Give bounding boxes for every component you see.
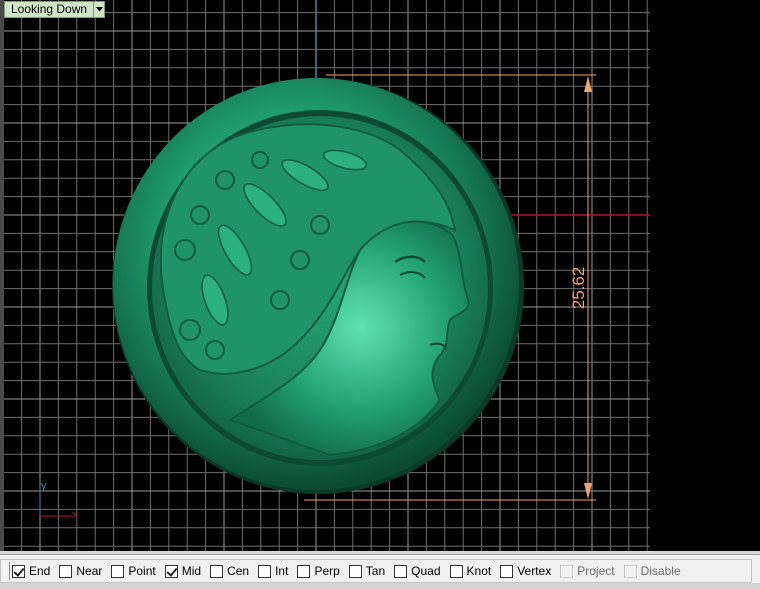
snap-vertex[interactable]: Vertex bbox=[500, 564, 551, 578]
osnap-toolbar: End Near Point Mid Cen Int Perp Tan Quad Knot Vert… bbox=[0, 559, 752, 583]
viewport-title-tab[interactable]: Looking Down bbox=[4, 1, 106, 18]
snap-knot[interactable]: Knot bbox=[449, 564, 492, 578]
snap-near[interactable]: Near bbox=[59, 564, 102, 578]
snap-mid-checkbox[interactable] bbox=[164, 564, 178, 578]
snap-point[interactable]: Point bbox=[111, 564, 156, 578]
axis-indicator: y x bbox=[39, 480, 78, 520]
snap-label: Disable bbox=[640, 564, 681, 578]
snap-perp-checkbox[interactable] bbox=[297, 564, 311, 578]
snap-label: Perp bbox=[314, 564, 340, 578]
viewport-title[interactable]: Looking Down bbox=[5, 2, 93, 17]
snap-int[interactable]: Int bbox=[258, 564, 288, 578]
snap-label: Point bbox=[128, 564, 156, 578]
snap-label: End bbox=[29, 564, 51, 578]
snap-disable-checkbox[interactable] bbox=[623, 564, 637, 578]
toolbar-grip[interactable] bbox=[4, 562, 10, 580]
dimension-arrow-top bbox=[584, 76, 592, 92]
snap-tan[interactable]: Tan bbox=[348, 564, 386, 578]
snap-label: Knot bbox=[466, 564, 492, 578]
snap-end[interactable]: End bbox=[12, 564, 50, 578]
snap-project[interactable]: Project bbox=[560, 564, 615, 578]
snap-int-checkbox[interactable] bbox=[258, 564, 272, 578]
viewport-border bbox=[0, 0, 4, 551]
dimension-arrow-bottom bbox=[584, 483, 592, 499]
snap-label: Near bbox=[76, 564, 103, 578]
axis-y-label: y bbox=[41, 480, 47, 492]
snap-point-checkbox[interactable] bbox=[111, 564, 125, 578]
snap-disable[interactable]: Disable bbox=[623, 564, 681, 578]
snap-cen-checkbox[interactable] bbox=[210, 564, 224, 578]
snap-label: Mid bbox=[181, 564, 202, 578]
status-divider bbox=[0, 551, 760, 555]
snap-label: Tan bbox=[365, 564, 386, 578]
snap-label: Project bbox=[577, 564, 615, 578]
chevron-down-icon[interactable] bbox=[93, 2, 105, 17]
snap-label: Vertex bbox=[517, 564, 552, 578]
axis-x-label: x bbox=[72, 509, 78, 520]
viewport-top[interactable]: 25.62 y x Looking Down bbox=[0, 0, 650, 551]
snap-mid[interactable]: Mid bbox=[164, 564, 202, 578]
empty-panel bbox=[650, 0, 760, 551]
snap-knot-checkbox[interactable] bbox=[449, 564, 463, 578]
snap-tan-checkbox[interactable] bbox=[348, 564, 362, 578]
dimension-value-text[interactable]: 25.62 bbox=[569, 267, 588, 310]
snap-cen[interactable]: Cen bbox=[210, 564, 249, 578]
snap-label: Quad bbox=[411, 564, 441, 578]
snap-vertex-checkbox[interactable] bbox=[500, 564, 514, 578]
snap-perp[interactable]: Perp bbox=[297, 564, 340, 578]
bottom-border bbox=[0, 583, 760, 589]
snap-near-checkbox[interactable] bbox=[59, 564, 73, 578]
snap-project-checkbox[interactable] bbox=[560, 564, 574, 578]
snap-label: Cen bbox=[227, 564, 250, 578]
snap-quad[interactable]: Quad bbox=[394, 564, 441, 578]
dimension-annotation[interactable]: 25.62 bbox=[0, 0, 650, 551]
snap-quad-checkbox[interactable] bbox=[394, 564, 408, 578]
snap-label: Int bbox=[275, 564, 289, 578]
snap-end-checkbox[interactable] bbox=[12, 564, 25, 578]
